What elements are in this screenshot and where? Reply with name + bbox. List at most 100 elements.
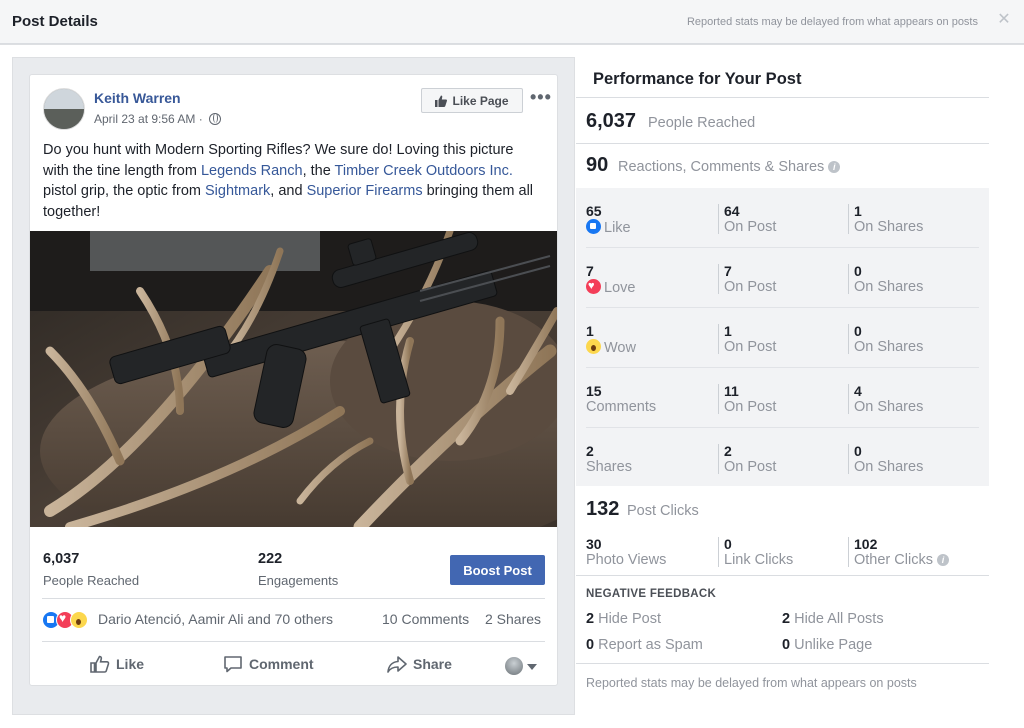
reactors-link[interactable]: Dario Atenció, Aamir Ali and 70 others xyxy=(98,611,333,627)
author-name-link[interactable]: Keith Warren xyxy=(94,90,181,106)
hide-all-label: Hide All Posts xyxy=(794,611,884,627)
like-total-value: 65 xyxy=(586,203,602,219)
hide-post-label: Hide Post xyxy=(598,611,661,627)
like-on-post-value: 64 xyxy=(724,203,740,219)
shares-total: 2 Shares xyxy=(586,443,632,476)
divider xyxy=(42,641,545,642)
like-on-shares-label: On Shares xyxy=(854,219,924,235)
reactions-summary: Dario Atenció, Aamir Ali and 70 others 1… xyxy=(42,611,547,631)
rcs-label: Reactions, Comments & Shares i xyxy=(618,159,841,175)
comments-on-shares-value: 4 xyxy=(854,383,862,399)
caret-down-icon xyxy=(527,664,537,670)
wow-on-shares-value: 0 xyxy=(854,323,862,339)
mention-link[interactable]: Sightmark xyxy=(205,183,270,199)
love-on-shares-label: On Shares xyxy=(854,279,924,295)
other-clicks-label: Other Clicks xyxy=(854,552,933,568)
hide-all-value: 2 xyxy=(782,611,791,627)
mention-link[interactable]: Superior Firearms xyxy=(307,183,423,199)
info-icon[interactable]: i xyxy=(936,554,949,566)
love-on-post-label: On Post xyxy=(724,279,777,295)
unlike-page-value: 0 xyxy=(782,637,791,653)
wow-on-shares: 0 On Shares xyxy=(854,323,923,356)
shares-total-label: Shares xyxy=(586,459,632,475)
share-button[interactable]: Share xyxy=(387,655,452,673)
performance-panel: Performance for Your Post 6,037 People R… xyxy=(576,57,990,715)
thumbs-up-icon xyxy=(435,95,448,107)
hide-post-stat: 2 Hide Post xyxy=(586,611,661,627)
divider xyxy=(576,97,989,98)
dialog-header: Post Details Reported stats may be delay… xyxy=(0,0,1024,44)
photo-views-label: Photo Views xyxy=(586,552,667,568)
comment-label: Comment xyxy=(249,656,314,672)
comments-total-value: 15 xyxy=(586,383,602,399)
wow-reaction-icon xyxy=(70,611,88,629)
divider xyxy=(576,575,989,576)
page-avatar-icon xyxy=(505,657,523,675)
mention-link[interactable]: Legends Ranch xyxy=(201,163,303,179)
perf-reached-label: People Reached xyxy=(648,115,756,131)
perf-reached-value: 6,037 xyxy=(586,110,637,132)
more-options-icon[interactable]: ••• xyxy=(530,87,552,108)
like-button[interactable]: Like xyxy=(90,655,144,673)
comments-total-label: Comments xyxy=(586,399,657,415)
like-page-button[interactable]: Like Page xyxy=(421,88,523,113)
like-on-post-label: On Post xyxy=(724,219,777,235)
boost-post-button[interactable]: Boost Post xyxy=(450,555,545,585)
shares-on-shares: 0 On Shares xyxy=(854,443,923,476)
love-total-label: Love xyxy=(604,280,636,296)
performance-title: Performance for Your Post xyxy=(593,70,802,88)
comments-on-shares: 4 On Shares xyxy=(854,383,923,416)
other-clicks-value: 102 xyxy=(854,536,878,552)
audience-selector[interactable] xyxy=(505,657,541,675)
post-card: Keith Warren April 23 at 9:56 AM · Like … xyxy=(29,74,558,686)
report-spam-stat: 0 Report as Spam xyxy=(586,637,703,653)
wow-on-post: 1 On Post xyxy=(724,323,776,356)
comments-count-link[interactable]: 10 Comments xyxy=(382,611,469,627)
comments-on-shares-label: On Shares xyxy=(854,399,924,415)
link-clicks-label: Link Clicks xyxy=(724,552,794,568)
post-date: April 23 at 9:56 AM · xyxy=(94,112,203,126)
link-clicks: 0 Link Clicks xyxy=(724,536,793,569)
shares-on-post-label: On Post xyxy=(724,459,777,475)
reaction-icons[interactable] xyxy=(42,611,96,629)
other-clicks: 102 Other Clicks i xyxy=(854,536,949,569)
author-avatar[interactable] xyxy=(43,88,85,130)
photo-views: 30 Photo Views xyxy=(586,536,666,569)
wow-on-post-label: On Post xyxy=(724,339,777,355)
wow-total: 1 Wow xyxy=(586,323,636,357)
wow-icon xyxy=(586,339,601,354)
like-total: 65 Like xyxy=(586,203,631,237)
post-photo[interactable] xyxy=(30,231,557,527)
engagements-label: Engagements xyxy=(258,573,339,588)
post-text-part: , and xyxy=(270,183,307,199)
unlike-page-label: Unlike Page xyxy=(794,637,873,653)
post-actions: Like Comment Share xyxy=(30,647,557,683)
close-icon[interactable]: ✕ xyxy=(996,12,1012,28)
negative-feedback-title: NEGATIVE FEEDBACK xyxy=(586,588,717,600)
share-label: Share xyxy=(413,656,452,672)
comments-on-post-value: 11 xyxy=(724,383,739,399)
rcs-label-text: Reactions, Comments & Shares xyxy=(618,159,825,175)
hide-post-value: 2 xyxy=(586,611,595,627)
love-on-shares-value: 0 xyxy=(854,263,862,279)
post-timestamp[interactable]: April 23 at 9:56 AM · xyxy=(94,112,222,126)
photo-views-value: 30 xyxy=(586,536,602,552)
mention-link[interactable]: Timber Creek Outdoors Inc. xyxy=(335,163,513,179)
shares-on-post: 2 On Post xyxy=(724,443,776,476)
info-icon[interactable]: i xyxy=(828,161,841,173)
shares-on-post-value: 2 xyxy=(724,443,732,459)
rcs-value: 90 xyxy=(586,154,609,176)
post-clicks-label: Post Clicks xyxy=(627,503,699,519)
shares-count-link[interactable]: 2 Shares xyxy=(485,611,541,627)
love-icon xyxy=(586,278,601,295)
dialog-title: Post Details xyxy=(12,13,98,30)
wow-on-shares-label: On Shares xyxy=(854,339,924,355)
people-reached-value: 6,037 xyxy=(43,551,80,567)
shares-total-value: 2 xyxy=(586,443,594,459)
header-delay-note: Reported stats may be delayed from what … xyxy=(686,16,978,28)
wow-on-post-value: 1 xyxy=(724,323,732,339)
comment-button[interactable]: Comment xyxy=(223,655,314,673)
post-text-part: pistol grip, the optic from xyxy=(43,183,205,199)
engagements-value: 222 xyxy=(258,551,283,567)
divider xyxy=(42,598,545,599)
